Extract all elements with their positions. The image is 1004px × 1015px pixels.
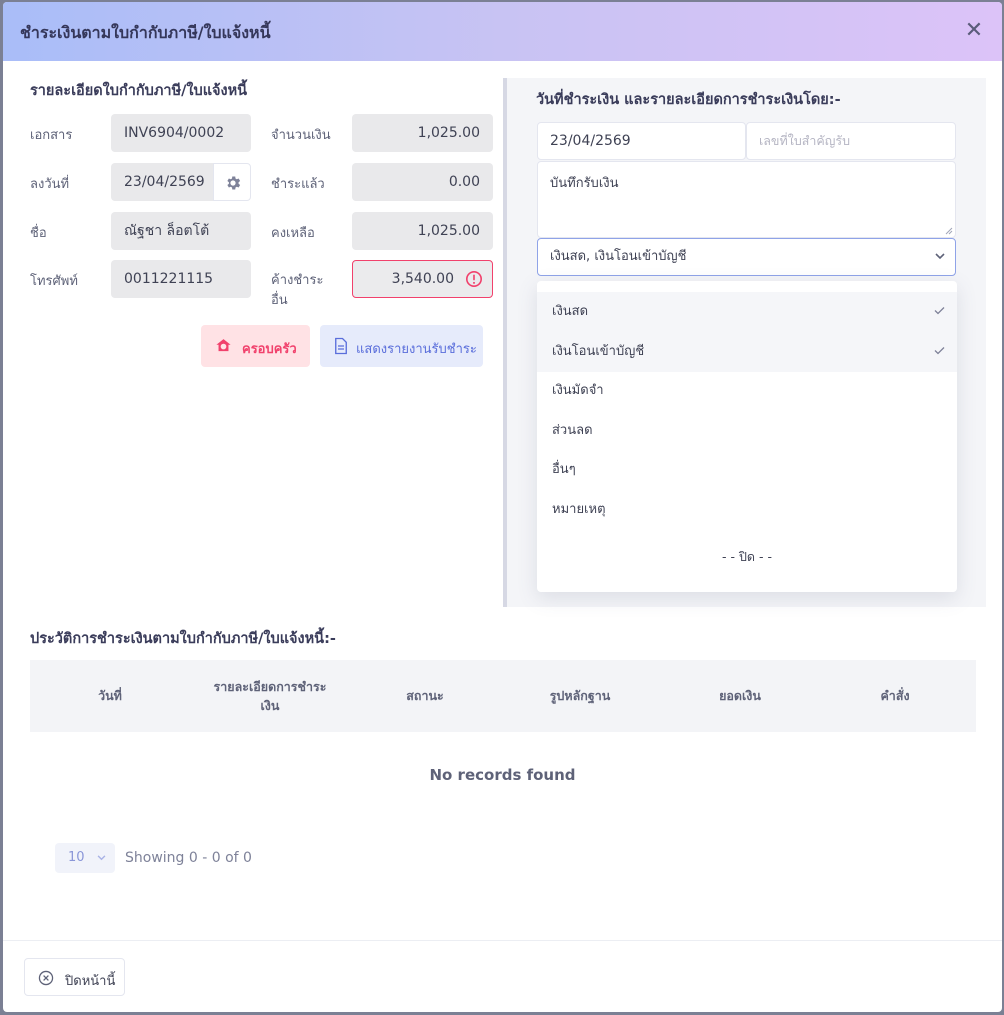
option-deposit-label: เงินมัดจำ [552, 383, 604, 398]
column-actions: คำสั่ง [880, 688, 910, 703]
date-label: ลงวันที่ [30, 177, 70, 192]
page-size-select[interactable]: 10 [55, 843, 115, 873]
option-cash-label: เงินสด [552, 304, 589, 319]
doc-label: เอกสาร [30, 128, 73, 143]
payment-section-title: วันที่ชำระเงิน และรายละเอียดการชำระเงินโ… [536, 92, 841, 108]
report-button-label: แสดงรายงานรับชำระ [356, 342, 477, 357]
close-page-label: ปิดหน้านี้ [65, 974, 116, 989]
modal-title: ชำระเงินตามใบกำกับภาษี/ใบแจ้งหนี้ [20, 23, 271, 42]
phone-label: โทรศัพท์ [30, 274, 78, 289]
empty-state-text: No records found [429, 766, 576, 784]
pagination-info: Showing 0 - 0 of 0 [125, 850, 252, 866]
name-field: ณัฐชา ล็อตโต้ [111, 212, 251, 250]
column-amount: ยอดเงิน [719, 688, 761, 703]
show-payment-report-button[interactable]: แสดงรายงานรับชำระ [320, 325, 483, 367]
column-payment-detail-line1: รายละเอียดการชำระ [213, 679, 327, 694]
chevron-down-icon [97, 855, 106, 861]
history-table-header: วันที่ รายละเอียดการชำระ เงิน สถานะ รูปห… [30, 660, 976, 732]
chevron-down-icon [935, 253, 945, 260]
payment-method-dropdown: เงินสด เงินโอนเข้าบัญชี เงินมัดจำ ส่วนลด… [537, 281, 957, 592]
option-deposit[interactable]: เงินมัดจำ [537, 371, 957, 411]
option-discount-label: ส่วนลด [552, 423, 593, 438]
remaining-field: 1,025.00 [352, 212, 493, 250]
payment-note-text: บันทึกรับเงิน [550, 176, 619, 191]
paid-field: 0.00 [352, 163, 493, 201]
option-bank-transfer[interactable]: เงินโอนเข้าบัญชี [537, 332, 957, 372]
close-page-button[interactable]: ปิดหน้านี้ [24, 958, 125, 996]
check-icon [934, 347, 945, 355]
amount-field: 1,025.00 [352, 114, 493, 152]
column-status: สถานะ [406, 688, 444, 703]
payment-note-textarea[interactable]: บันทึกรับเงิน [537, 161, 956, 238]
column-payment-detail-line2: เงิน [260, 698, 280, 713]
payment-method-select[interactable]: เงินสด, เงินโอนเข้าบัญชี [537, 238, 956, 276]
invoice-section-title: รายละเอียดใบกำกับภาษี/ใบแจ้งหนี้ [30, 83, 248, 99]
document-icon [335, 337, 347, 355]
amount-label: จำนวนเงิน [271, 128, 331, 143]
other-due-label: ค้างชำระ [271, 273, 324, 288]
family-button[interactable]: ครอบครัว [201, 325, 310, 367]
option-other-label: อื่นๆ [552, 462, 576, 477]
option-other[interactable]: อื่นๆ [537, 450, 957, 490]
doc-field: INV6904/0002 [111, 114, 251, 152]
receipt-number-input[interactable]: เลขที่ใบสำคัญรับ [746, 122, 956, 160]
dropdown-close-option[interactable]: - - ปิด - - [537, 547, 957, 567]
option-cash[interactable]: เงินสด [537, 292, 957, 332]
column-date: วันที่ [98, 688, 122, 703]
column-evidence-image: รูปหลักฐาน [549, 688, 611, 703]
resize-handle-icon[interactable] [945, 227, 953, 235]
remaining-label: คงเหลือ [271, 226, 315, 241]
date-settings-button[interactable] [213, 163, 251, 201]
option-remark-label: หมายเหตุ [552, 502, 606, 517]
gear-icon [227, 176, 241, 190]
other-due-field: 3,540.00 [352, 260, 493, 298]
family-button-label: ครอบครัว [242, 342, 297, 357]
close-circle-icon [38, 970, 54, 986]
option-remark[interactable]: หมายเหตุ [537, 490, 957, 530]
page-size-value: 10 [68, 850, 85, 865]
invoice-date-field: 23/04/2569 [111, 163, 214, 201]
modal-header: ชำระเงินตามใบกำกับภาษี/ใบแจ้งหนี้ ✕ [3, 2, 1002, 61]
option-bank-transfer-label: เงินโอนเข้าบัญชี [552, 344, 645, 359]
alert-circle-icon [465, 270, 483, 288]
phone-field: 0011221115 [111, 260, 251, 298]
history-section-title: ประวัติการชำระเงินตามใบกำกับภาษี/ใบแจ้งห… [30, 631, 336, 647]
check-icon [934, 307, 945, 315]
payment-modal: ชำระเงินตามใบกำกับภาษี/ใบแจ้งหนี้ ✕ รายล… [3, 2, 1002, 1012]
name-label: ชื่อ [30, 226, 47, 241]
home-icon [216, 339, 231, 352]
footer-divider [3, 940, 1002, 941]
close-icon[interactable]: ✕ [961, 18, 987, 44]
option-discount[interactable]: ส่วนลด [537, 411, 957, 451]
payment-date-input[interactable]: 23/04/2569 [537, 122, 746, 160]
other-due-label-2: อื่น [271, 293, 288, 308]
other-due-value: 3,540.00 [391, 271, 454, 287]
column-payment-detail: รายละเอียดการชำระ เงิน [195, 677, 345, 715]
payment-method-value: เงินสด, เงินโอนเข้าบัญชี [550, 249, 687, 264]
paid-label: ชำระแล้ว [271, 177, 325, 192]
